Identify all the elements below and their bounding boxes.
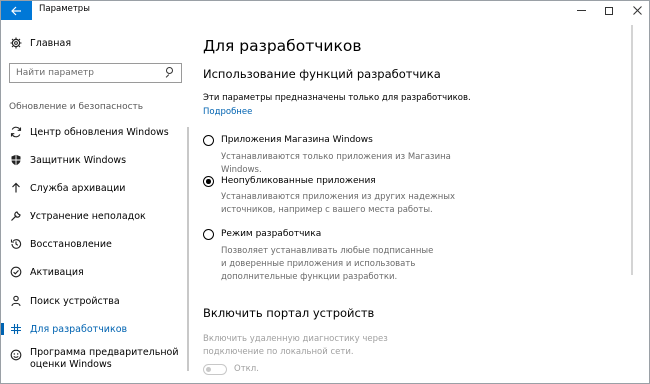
section-label: Обновление и безопасность bbox=[9, 102, 144, 112]
option-description: Устанавливаются приложения из других над… bbox=[221, 192, 456, 215]
description-text: Эти параметры предназначены только для р… bbox=[203, 93, 471, 103]
history-icon bbox=[9, 237, 23, 251]
sidebar-item-troubleshoot[interactable]: Устранение неполадок bbox=[1, 205, 194, 227]
sidebar-item-label: Программа предварительной оценки Windows bbox=[30, 347, 179, 370]
sidebar-item-windows-update[interactable]: Центр обновления Windows bbox=[1, 121, 194, 143]
main-content: Для разработчиков Использование функций … bbox=[194, 20, 649, 383]
option-label: Приложения Магазина Windows bbox=[221, 135, 373, 145]
portal-description: Включить удаленную диагностику через под… bbox=[203, 334, 388, 357]
toggle-knob bbox=[206, 366, 211, 372]
sidebar-scrollbar[interactable] bbox=[187, 127, 189, 371]
person-icon bbox=[9, 294, 23, 308]
search-placeholder: Найти параметр bbox=[16, 68, 94, 78]
toggle-state-label: Откл. bbox=[234, 364, 259, 374]
section-title: Использование функций разработчика bbox=[203, 67, 441, 81]
sidebar-item-recovery[interactable]: Восстановление bbox=[1, 233, 194, 255]
sidebar-item-label: Активация bbox=[30, 266, 84, 278]
title-bar: Параметры bbox=[1, 1, 649, 20]
main-scrollbar[interactable] bbox=[631, 25, 633, 275]
sidebar-item-label: Центр обновления Windows bbox=[30, 126, 169, 138]
sync-icon bbox=[9, 125, 23, 139]
close-icon bbox=[632, 6, 642, 15]
gear-icon bbox=[9, 36, 23, 50]
radio-developer-mode[interactable] bbox=[203, 229, 214, 240]
check-circle-icon bbox=[9, 265, 23, 279]
page-title: Для разработчиков bbox=[203, 37, 362, 55]
window-title: Параметры bbox=[39, 4, 90, 14]
more-link[interactable]: Подробнее bbox=[203, 107, 252, 117]
smiley-icon bbox=[9, 348, 23, 362]
sidebar-item-label: Устранение неполадок bbox=[30, 210, 146, 222]
sidebar-item-developers[interactable]: Для разработчиков bbox=[1, 318, 194, 340]
sidebar-item-label: Для разработчиков bbox=[30, 323, 128, 335]
option-description: Позволяет устанавливать любые подписанны… bbox=[221, 246, 434, 282]
sidebar-item-activation[interactable]: Активация bbox=[1, 261, 194, 283]
search-input[interactable]: Найти параметр bbox=[9, 63, 182, 83]
minimize-icon bbox=[576, 10, 586, 11]
upload-icon bbox=[9, 181, 23, 195]
active-indicator bbox=[1, 323, 4, 335]
option-label: Режим разработчика bbox=[221, 229, 322, 239]
wrench-icon bbox=[9, 209, 23, 223]
close-button[interactable] bbox=[620, 1, 649, 20]
radio-sideload-apps[interactable] bbox=[203, 176, 214, 187]
option-description: Устанавливаются только приложения из Маг… bbox=[221, 152, 451, 175]
radio-store-apps[interactable] bbox=[203, 135, 214, 146]
sidebar-item-label: Служба архивации bbox=[30, 182, 126, 194]
device-portal-toggle[interactable] bbox=[203, 364, 227, 375]
portal-section-title: Включить портал устройств bbox=[203, 306, 375, 320]
sidebar-item-label: Поиск устройства bbox=[30, 295, 120, 307]
developer-icon bbox=[9, 322, 23, 336]
home-item[interactable]: Главная bbox=[9, 36, 71, 50]
back-button[interactable] bbox=[1, 1, 32, 20]
sidebar-item-find-device[interactable]: Поиск устройства bbox=[1, 290, 194, 312]
maximize-icon bbox=[605, 6, 613, 15]
sidebar-item-backup[interactable]: Служба архивации bbox=[1, 177, 194, 199]
sidebar: Главная Найти параметр Обновление и безо… bbox=[1, 20, 194, 383]
sidebar-item-label: Восстановление bbox=[30, 238, 112, 250]
sidebar-item-defender[interactable]: Защитник Windows bbox=[1, 149, 194, 171]
settings-window: Параметры Главная Найти параметр Обновле… bbox=[0, 0, 650, 384]
home-label: Главная bbox=[30, 37, 72, 49]
sidebar-item-insider[interactable]: Программа предварительной оценки Windows bbox=[1, 346, 194, 372]
back-arrow-icon bbox=[11, 6, 21, 15]
option-label: Неопубликованные приложения bbox=[221, 176, 376, 186]
sidebar-item-label: Защитник Windows bbox=[30, 154, 127, 166]
search-icon bbox=[165, 67, 175, 78]
shield-icon bbox=[9, 153, 23, 167]
